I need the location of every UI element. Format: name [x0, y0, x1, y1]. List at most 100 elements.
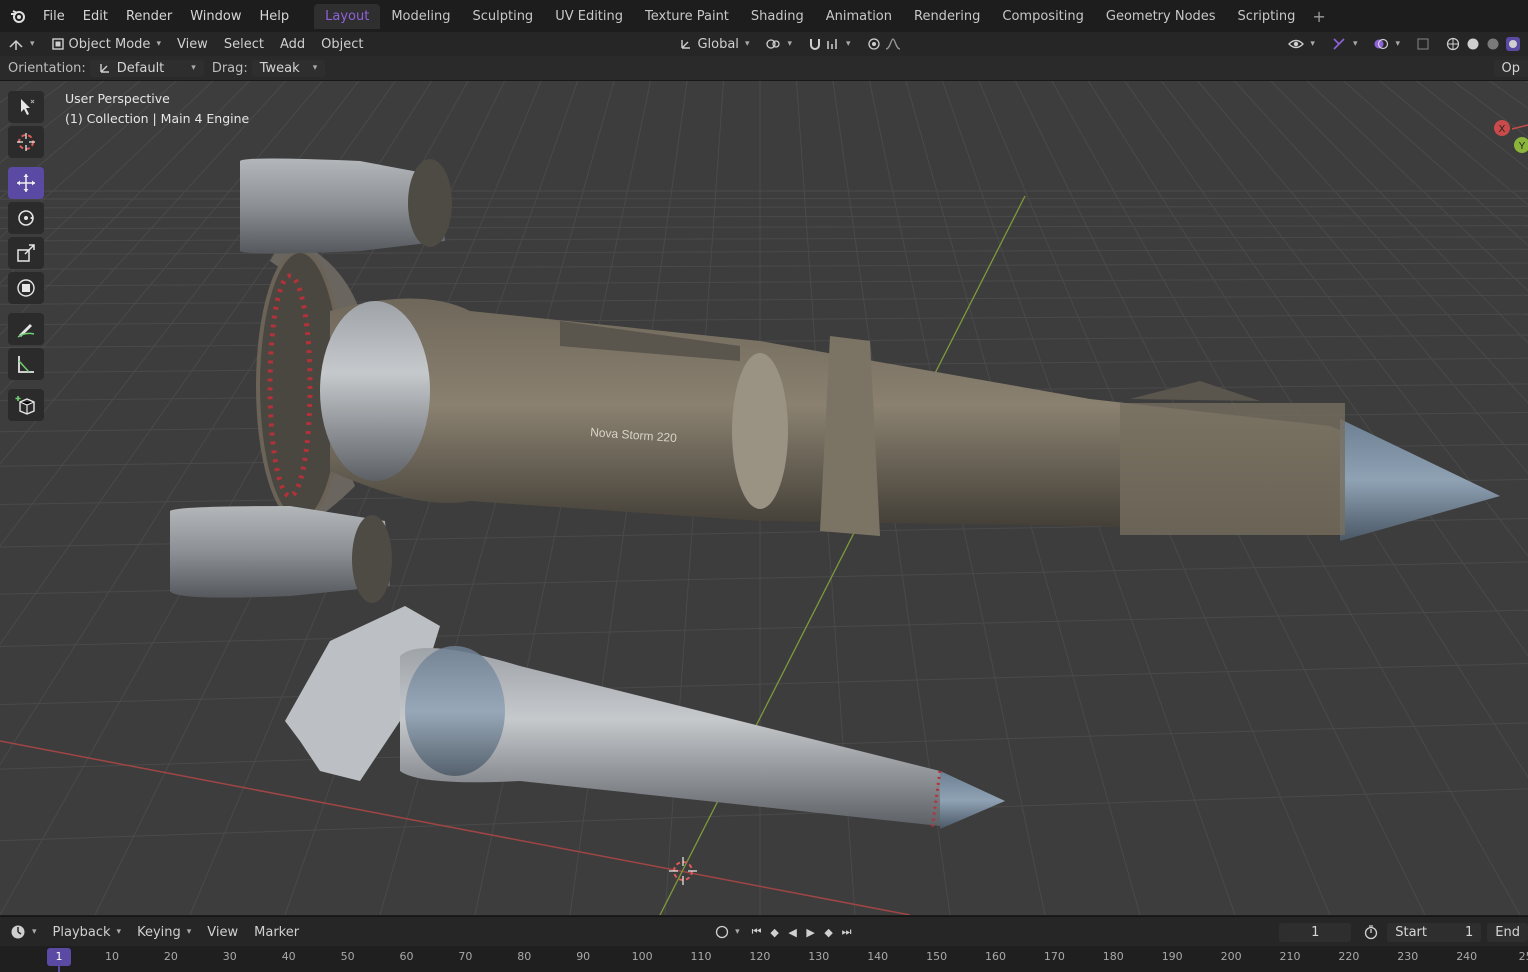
play-button[interactable]: ▶	[802, 926, 820, 939]
marker-menu[interactable]: Marker	[246, 925, 307, 940]
tab-scripting[interactable]: Scripting	[1227, 4, 1307, 29]
hull-band	[1120, 403, 1345, 535]
rendered-shading-icon[interactable]	[1506, 37, 1520, 51]
rotate-tool[interactable]	[8, 202, 44, 234]
keying-label: Keying	[137, 924, 181, 940]
tab-modeling[interactable]: Modeling	[380, 4, 461, 29]
keying-menu[interactable]: Keying ▾	[129, 925, 199, 940]
editor-type-icon	[9, 39, 23, 50]
drag-value: Tweak	[259, 60, 300, 76]
drag-label: Drag:	[211, 60, 248, 76]
editor-type-button[interactable]: ▾	[0, 37, 43, 51]
timeline-header: ▾ Playback ▾ Keying ▾ View Marker ▾ ⏮ ◆ …	[0, 916, 1528, 947]
add-cube-tool[interactable]	[8, 389, 44, 421]
tab-sculpting[interactable]: Sculpting	[461, 4, 544, 29]
gizmo-dropdown[interactable]: ▾	[1323, 37, 1366, 51]
main-engine-model[interactable]: Nova Storm 220	[170, 158, 1500, 604]
chevron-down-icon: ▾	[186, 927, 192, 937]
chevron-down-icon: ▾	[116, 927, 122, 937]
chevron-down-icon: ▾	[312, 63, 318, 73]
blender-logo-icon[interactable]	[10, 8, 26, 24]
overlays-icon	[1374, 38, 1389, 50]
menu-view[interactable]: View	[169, 37, 216, 52]
transform-orientation-dropdown[interactable]: Global ▾	[671, 37, 757, 52]
timeline-view-menu[interactable]: View	[199, 925, 246, 940]
gizmo-icon	[1333, 38, 1345, 50]
next-keyframe-button[interactable]: ◆	[820, 926, 838, 939]
transform-tool[interactable]	[8, 272, 44, 304]
overlays-dropdown[interactable]: ▾	[1365, 37, 1408, 51]
menu-add[interactable]: Add	[272, 37, 313, 52]
orientation-value: Default	[116, 60, 165, 76]
collection-label: (1) Collection | Main 4 Engine	[65, 111, 250, 126]
tab-compositing[interactable]: Compositing	[991, 4, 1095, 29]
frame-tick-label: 25	[1518, 950, 1528, 963]
grid-line	[0, 313, 1528, 326]
fin	[1130, 381, 1260, 401]
frame-tick-label: 170	[1043, 950, 1065, 963]
secondary-engine-model[interactable]	[285, 606, 1005, 830]
auto-keying-toggle[interactable]: ▾	[707, 925, 748, 939]
play-reverse-button[interactable]: ◀	[784, 926, 802, 939]
tab-uv-editing[interactable]: UV Editing	[544, 4, 634, 29]
tab-animation[interactable]: Animation	[815, 4, 903, 29]
proportional-editing-toggle[interactable]	[859, 37, 909, 51]
tab-geometry-nodes[interactable]: Geometry Nodes	[1095, 4, 1227, 29]
visibility-dropdown[interactable]: ▾	[1280, 37, 1323, 51]
collar-ring	[732, 353, 788, 509]
solid-shading-icon[interactable]	[1466, 37, 1480, 51]
3d-viewport[interactable]: Nova Storm 220 User Perspective (1) Coll…	[0, 81, 1528, 915]
chevron-down-icon: ▾	[787, 39, 792, 49]
current-frame-field[interactable]: 1	[1279, 922, 1352, 942]
previous-keyframe-button[interactable]: ◆	[766, 926, 784, 939]
xray-toggle[interactable]	[1408, 37, 1438, 51]
tab-texture-paint[interactable]: Texture Paint	[634, 4, 740, 29]
timeline-editor-type-button[interactable]: ▾	[0, 924, 45, 940]
orientation-dropdown[interactable]: Default ▾	[89, 59, 204, 77]
grid-line	[0, 225, 1528, 230]
start-frame-field[interactable]: Start 1	[1387, 922, 1482, 942]
jump-to-start-button[interactable]: ⏮	[748, 925, 766, 939]
timeline-ruler[interactable]: 10 20 30 40 50 60 70 80 90 100 110 120 130 140 150 160 1…	[0, 946, 1528, 972]
jump-to-end-button[interactable]: ⏭	[838, 925, 856, 939]
viewport-scene[interactable]: Nova Storm 220	[0, 81, 1528, 915]
tab-rendering[interactable]: Rendering	[903, 4, 991, 29]
menu-render[interactable]: Render	[117, 9, 181, 24]
wireframe-shading-icon[interactable]	[1446, 37, 1460, 51]
menu-object[interactable]: Object	[313, 37, 371, 52]
grid-line	[0, 663, 1528, 706]
magnet-icon	[810, 39, 820, 50]
shading-mode-buttons[interactable]	[1438, 37, 1528, 51]
menu-edit[interactable]: Edit	[74, 9, 117, 24]
grid-line	[0, 215, 1528, 219]
snap-toggle[interactable]: ▾	[800, 37, 859, 51]
operator-panel-tab[interactable]: Op	[1493, 59, 1528, 77]
pencil-icon	[17, 324, 35, 338]
navigation-gizmo[interactable]: X Y	[1488, 117, 1528, 187]
menu-select[interactable]: Select	[216, 37, 272, 52]
record-icon	[715, 925, 729, 939]
tab-shading[interactable]: Shading	[740, 4, 815, 29]
move-tool[interactable]	[8, 167, 44, 199]
crosshair-icon	[17, 133, 35, 151]
frame-tick-label: 150	[926, 950, 948, 963]
grid-line	[0, 609, 1528, 648]
frame-tick-label: 80	[517, 950, 532, 963]
drag-dropdown[interactable]: Tweak ▾	[251, 59, 326, 77]
scale-tool[interactable]	[8, 237, 44, 269]
select-box-tool[interactable]	[8, 91, 44, 123]
playback-menu[interactable]: Playback ▾	[45, 925, 130, 940]
cursor-tool[interactable]	[8, 126, 44, 158]
add-workspace-button[interactable]: +	[1306, 7, 1331, 26]
menu-window[interactable]: Window	[181, 9, 250, 24]
tab-layout[interactable]: Layout	[314, 3, 381, 29]
annotate-tool[interactable]	[8, 313, 44, 345]
stopwatch-icon[interactable]	[1363, 924, 1379, 940]
measure-tool[interactable]	[8, 348, 44, 380]
menu-help[interactable]: Help	[251, 9, 299, 24]
end-frame-field[interactable]: End	[1487, 922, 1528, 942]
material-shading-icon[interactable]	[1486, 37, 1500, 51]
menu-file[interactable]: File	[34, 9, 74, 24]
pivot-point-dropdown[interactable]: ▾	[757, 37, 800, 51]
object-mode-dropdown[interactable]: Object Mode ▾	[43, 37, 169, 52]
